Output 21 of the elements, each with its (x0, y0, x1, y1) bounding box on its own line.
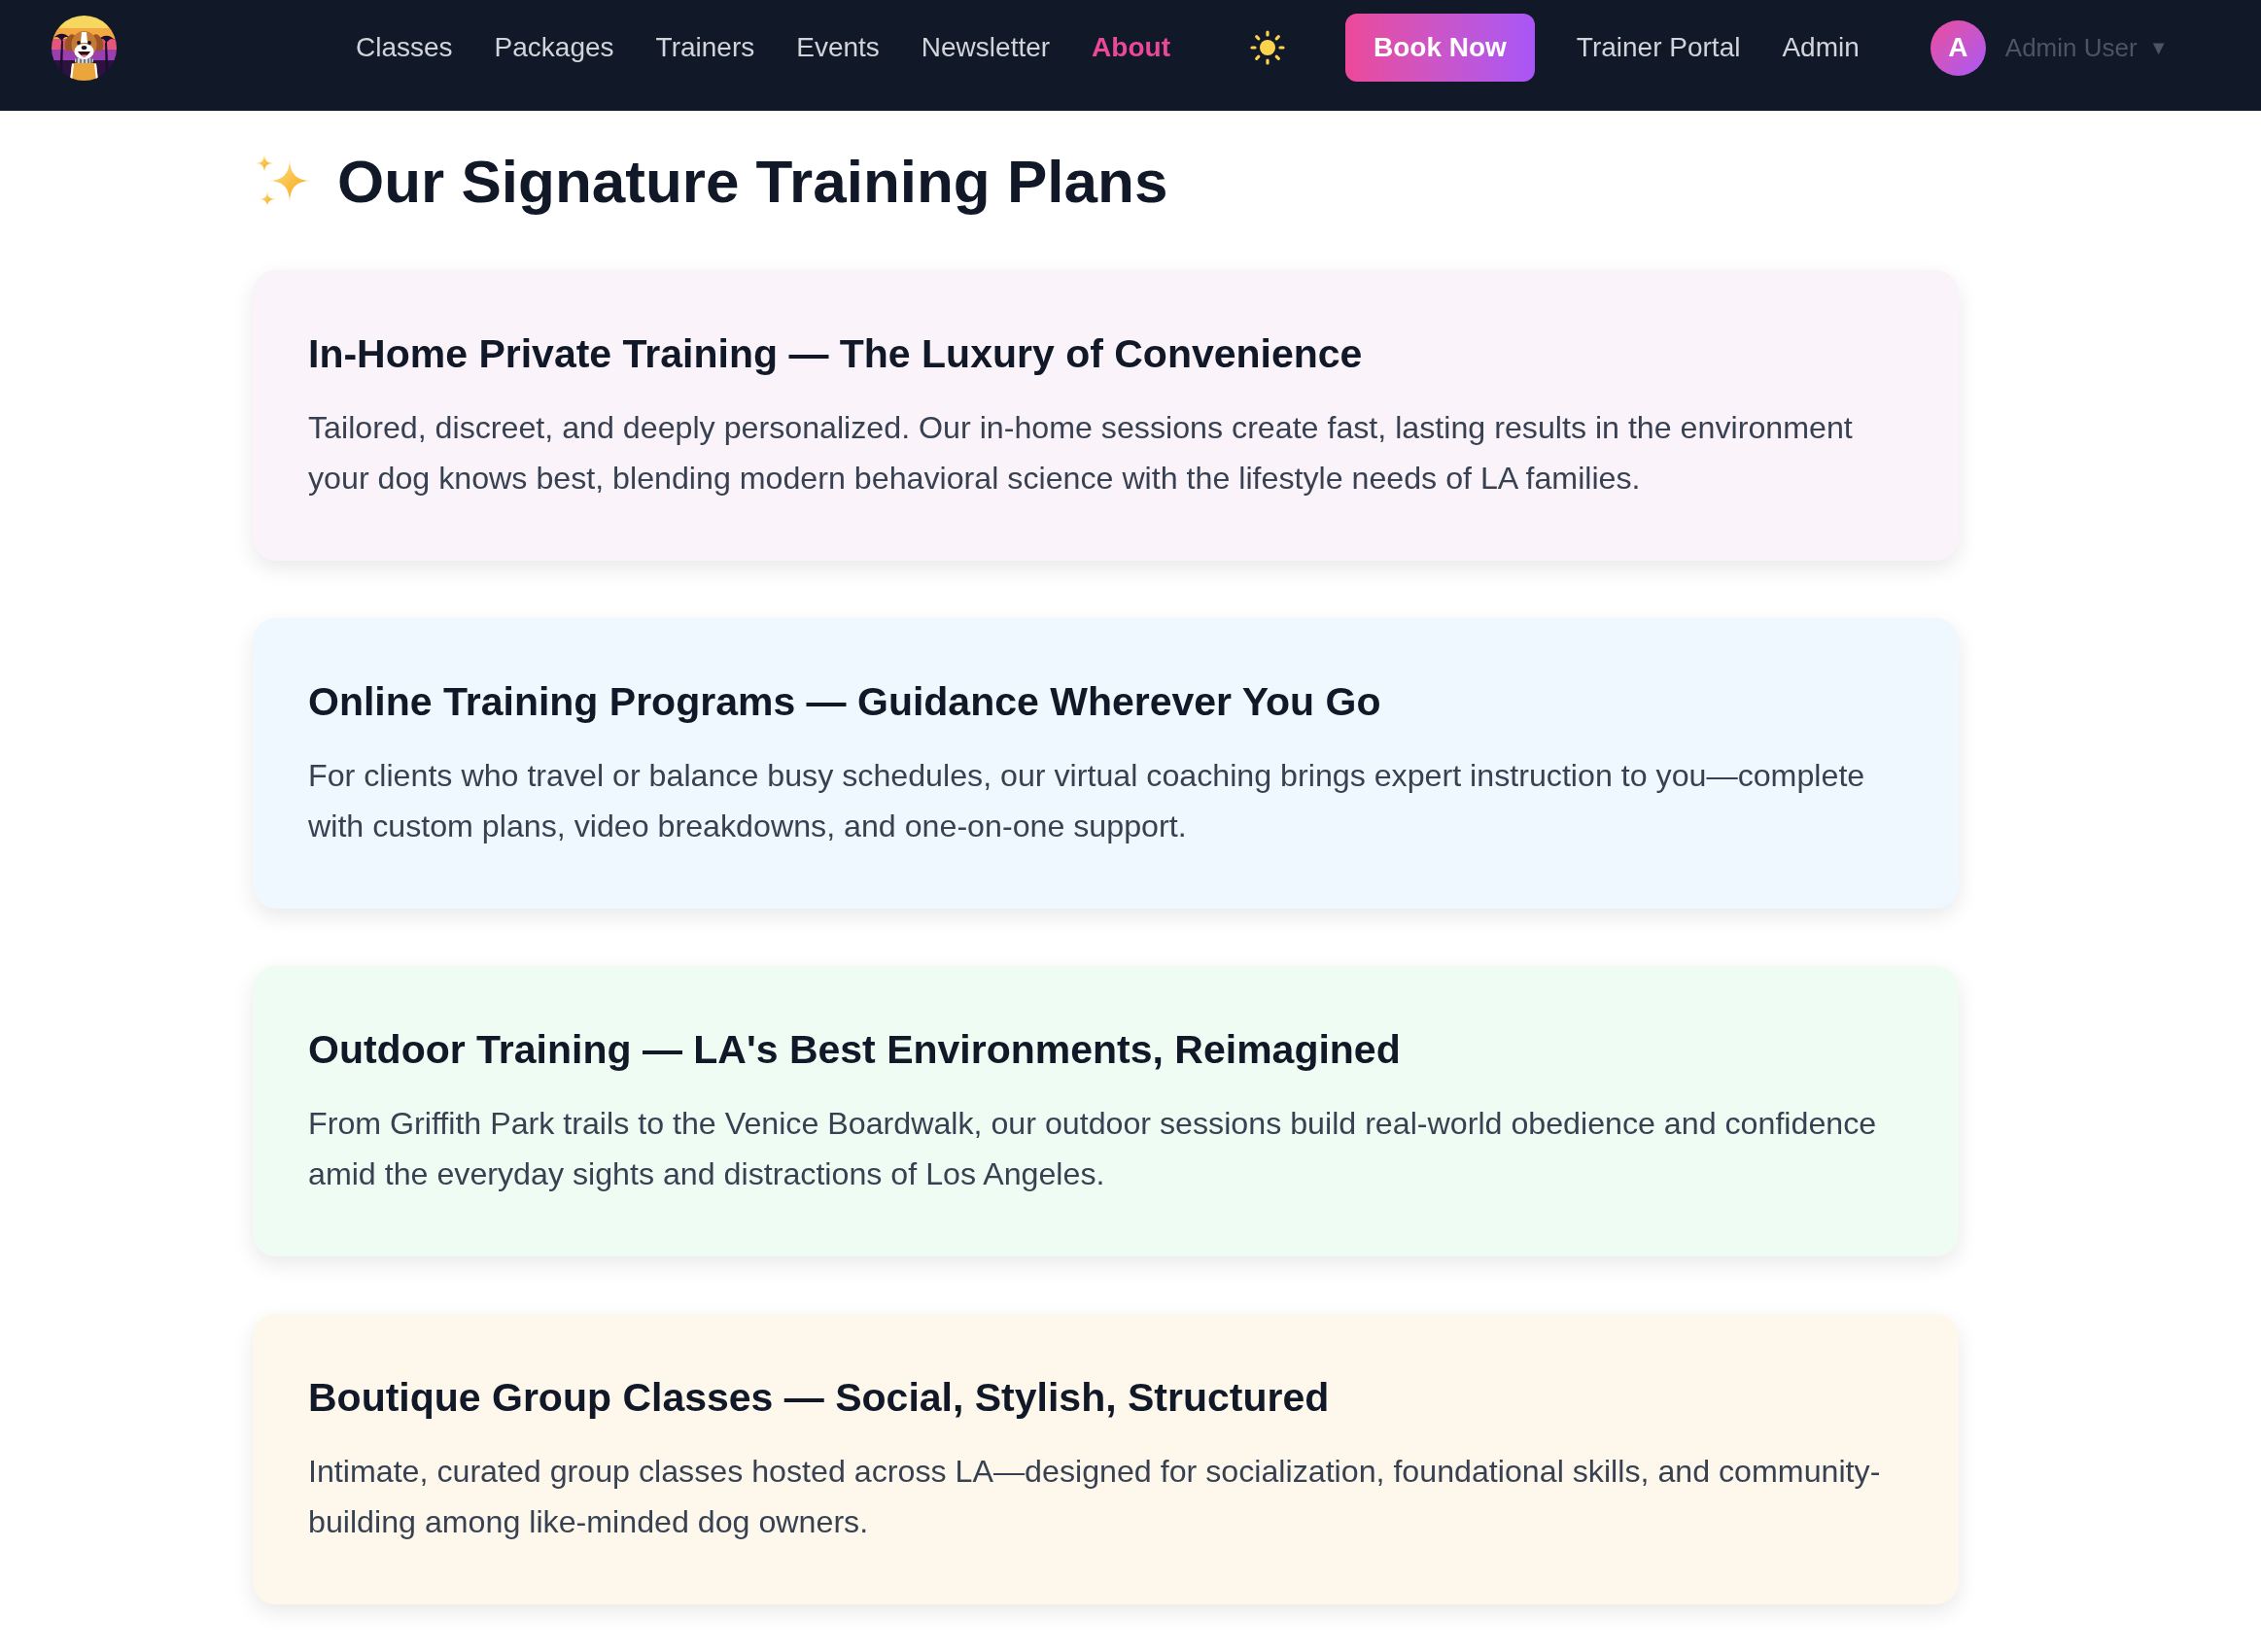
plan-title: Boutique Group Classes — Social, Stylish, Structured (308, 1374, 1331, 1422)
nav-link[interactable]: Events (796, 31, 880, 64)
plan-title: Online Training Programs — Guidance Wherever You Go (308, 678, 1382, 726)
nav-link[interactable]: Trainer Portal (1576, 31, 1741, 64)
nav-link[interactable]: Classes (356, 31, 453, 64)
nav-link[interactable]: Packages (494, 31, 614, 64)
nav-link[interactable]: Trainers (655, 31, 755, 64)
nav-link[interactable]: About (1092, 31, 1170, 64)
plan-description: For clients who travel or balance busy schedules, our virtual coaching brings expert instruction to you—complete with custom plans, video breakdowns, and one-on-one support. (308, 757, 1866, 845)
dog-logo-icon[interactable] (52, 15, 117, 81)
sun-icon[interactable] (1249, 30, 1285, 65)
plan-description: Intimate, curated group classes hosted across LA—designed for socialization, foundational skills, and community-building among like-minded dog owners. (308, 1453, 1882, 1541)
book-now-button[interactable]: Book Now (1344, 14, 1535, 82)
plan-title: In-Home Private Training — The Luxury of Convenience (308, 330, 1364, 378)
nav-link[interactable]: Newsletter (921, 31, 1051, 64)
plan-description: Tailored, discreet, and deeply personalized. Our in-home sessions create fast, lasting results in the environment your dog knows best, blending modern behavioral science with the lifestyle needs of LA families. (308, 409, 1854, 498)
nav-link[interactable]: Admin (1782, 31, 1860, 64)
user-avatar[interactable]: A (1930, 19, 1986, 76)
plan-title: Outdoor Training — LA's Best Environments, Reimagined (308, 1026, 1402, 1074)
page-title: Our Signature Training Plans (337, 147, 1168, 217)
plan-description: From Griffith Park trails to the Venice Boardwalk, our outdoor sessions build real-world obedience and confidence amid the everyday sights and distractions of Los Angeles. (308, 1105, 1878, 1193)
